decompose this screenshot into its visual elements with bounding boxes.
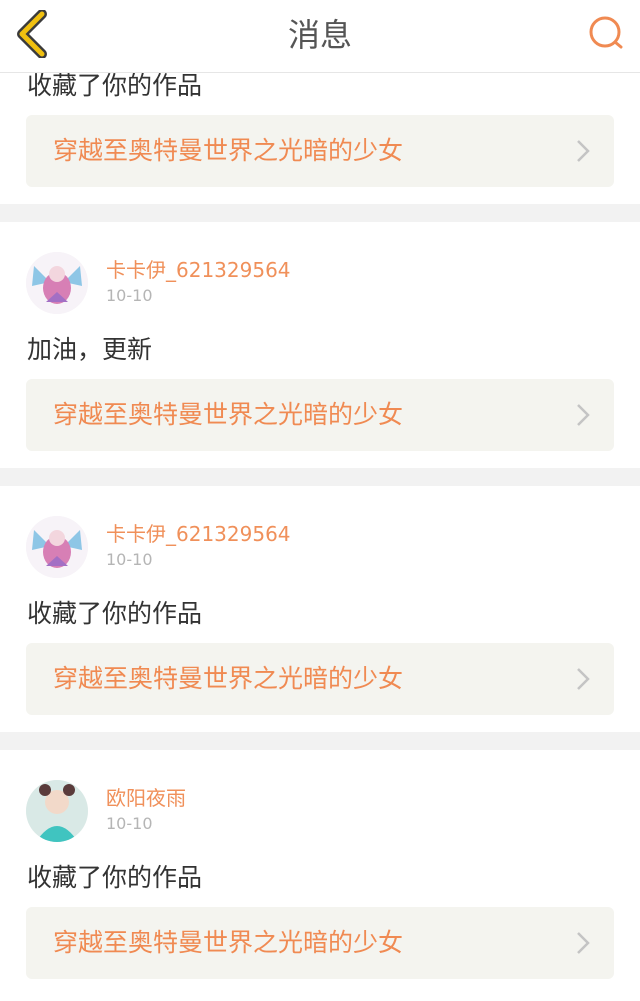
avatar-image [26, 252, 88, 314]
work-title: 穿越至奥特曼世界之光暗的少女 [53, 136, 404, 165]
chevron-right-icon [577, 668, 590, 690]
top-nav-bar: 消息 [0, 0, 640, 73]
username[interactable]: 卡卡伊_621329564 [106, 518, 291, 547]
message-text: 收藏了你的作品 [27, 863, 203, 892]
avatar-image [26, 780, 88, 842]
work-title: 穿越至奥特曼世界之光暗的少女 [53, 928, 404, 957]
message-card: 卡卡伊_621329564 10-10 收藏了你的作品 穿越至奥特曼世界之光暗的… [0, 486, 640, 732]
work-link[interactable]: 穿越至奥特曼世界之光暗的少女 [26, 379, 614, 451]
work-title: 穿越至奥特曼世界之光暗的少女 [53, 400, 404, 429]
avatar[interactable] [26, 780, 88, 842]
search-button[interactable] [586, 14, 626, 54]
username[interactable]: 卡卡伊_621329564 [106, 254, 291, 283]
avatar-image [26, 516, 88, 578]
avatar[interactable] [26, 252, 88, 314]
timestamp: 10-10 [106, 286, 153, 305]
chevron-right-icon [577, 140, 590, 162]
work-link[interactable]: 穿越至奥特曼世界之光暗的少女 [26, 643, 614, 715]
timestamp: 10-10 [106, 814, 153, 833]
avatar[interactable] [26, 516, 88, 578]
message-card: 卡卡伊_621329564 10-10 加油，更新 穿越至奥特曼世界之光暗的少女 [0, 222, 640, 468]
work-title: 穿越至奥特曼世界之光暗的少女 [53, 664, 404, 693]
work-link[interactable]: 穿越至奥特曼世界之光暗的少女 [26, 115, 614, 187]
message-text: 收藏了你的作品 [27, 599, 203, 628]
timestamp: 10-10 [106, 550, 153, 569]
message-card: 欧阳夜雨 10-10 收藏了你的作品 穿越至奥特曼世界之光暗的少女 [0, 750, 640, 1001]
page-title: 消息 [287, 16, 352, 54]
message-text: 加油，更新 [27, 335, 153, 364]
chevron-right-icon [577, 404, 590, 426]
user-row: 欧阳夜雨 10-10 [26, 780, 586, 844]
username[interactable]: 欧阳夜雨 [106, 782, 186, 811]
chevron-right-icon [577, 932, 590, 954]
user-row: 卡卡伊_621329564 10-10 [26, 252, 586, 316]
search-icon [589, 16, 623, 49]
user-row: 卡卡伊_621329564 10-10 [26, 516, 586, 580]
work-link[interactable]: 穿越至奥特曼世界之光暗的少女 [26, 907, 614, 979]
